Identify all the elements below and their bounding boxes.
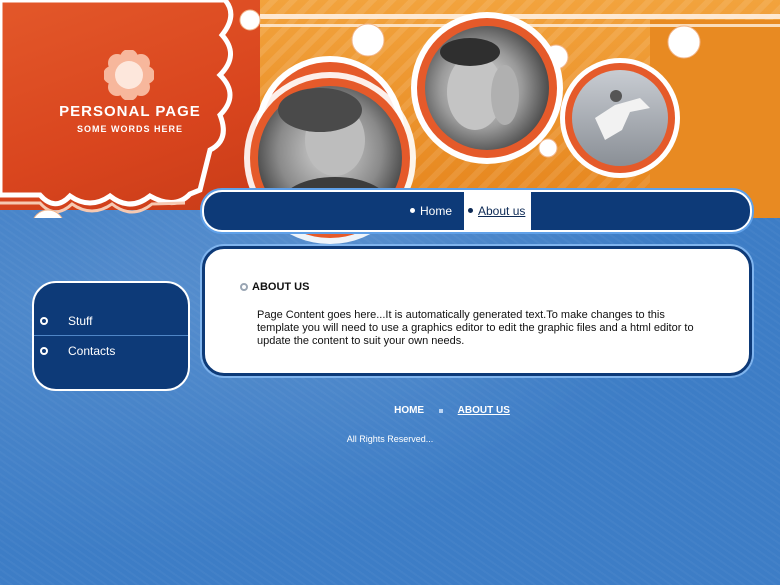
content-body: Page Content goes here...It is automatic… — [257, 309, 694, 347]
circle-bullet-icon — [40, 347, 48, 355]
nav-home-link[interactable]: Home — [410, 192, 452, 230]
sidebar-item-label: Contacts — [68, 344, 116, 358]
content-heading-text: ABOUT US — [252, 281, 310, 293]
content-heading: ABOUT US — [240, 281, 310, 293]
sidebar-menu: Stuff Contacts — [32, 281, 190, 391]
circle-bullet-icon — [40, 317, 48, 325]
footer-home-link[interactable]: HOME — [394, 405, 424, 416]
circle-bullet-icon — [240, 283, 248, 291]
footer-about-link[interactable]: ABOUT US — [458, 405, 510, 416]
content-panel: ABOUT US Page Content goes here...It is … — [202, 246, 752, 376]
nav-home-label: Home — [420, 204, 453, 218]
bullet-icon — [410, 208, 415, 214]
photo-man — [425, 26, 549, 150]
sidebar-item-label: Stuff — [68, 314, 93, 328]
copyright-text: All Rights Reserved... — [346, 434, 434, 444]
sidebar-item-contacts[interactable]: Contacts — [34, 336, 188, 366]
bullet-icon — [468, 208, 473, 214]
top-navigation: Home About us — [202, 190, 752, 232]
footer-separator — [438, 408, 443, 413]
nav-about-link[interactable]: About us — [464, 192, 532, 230]
photo-jumper — [572, 70, 668, 166]
footer-nav: HOME ABOUT US — [0, 405, 780, 416]
sidebar-item-stuff[interactable]: Stuff — [34, 306, 188, 336]
nav-about-label: About us — [478, 204, 526, 218]
